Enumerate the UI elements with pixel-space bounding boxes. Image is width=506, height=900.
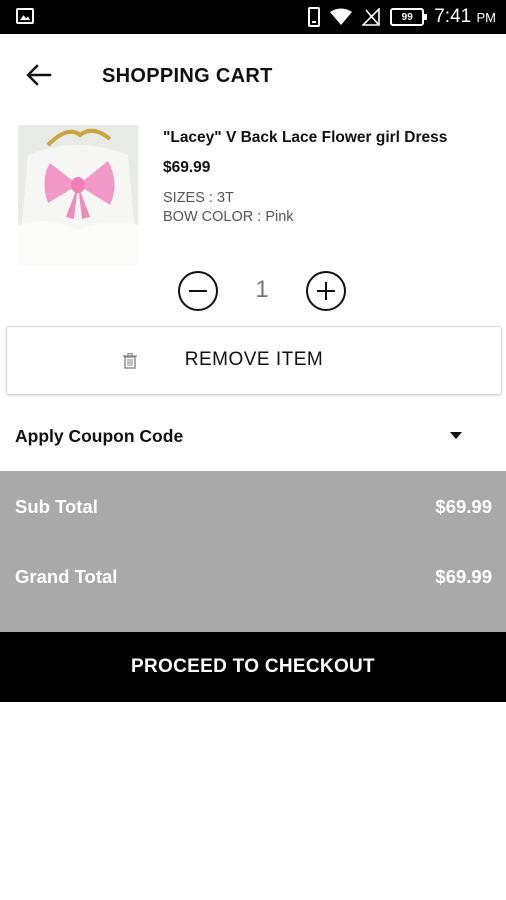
- grand-total-value: $69.99: [435, 566, 492, 587]
- product-size: SIZES : 3T: [163, 190, 234, 206]
- status-right-group: 99 7:41 PM: [308, 0, 496, 34]
- app-header: SHOPPING CART: [0, 34, 506, 118]
- wifi-icon: [330, 8, 353, 25]
- battery-icon: 99: [390, 8, 428, 26]
- product-image[interactable]: [18, 125, 138, 266]
- time-value: 7:41: [434, 6, 472, 27]
- sub-total-label: Sub Total: [15, 496, 98, 517]
- dress-image: [18, 125, 138, 266]
- image-notification-icon: [16, 8, 34, 24]
- arrow-left-icon: [26, 64, 52, 86]
- remove-item-button[interactable]: REMOVE ITEM: [6, 326, 502, 395]
- coupon-dropdown[interactable]: Apply Coupon Code: [0, 406, 506, 466]
- product-price: $69.99: [163, 159, 211, 176]
- status-time: 7:41 PM: [434, 6, 496, 28]
- remove-item-label: REMOVE ITEM: [184, 349, 324, 370]
- proceed-to-checkout-button[interactable]: PROCEED TO CHECKOUT: [0, 632, 506, 702]
- totals-panel: Sub Total $69.99 Grand Total $69.99: [0, 471, 506, 632]
- product-bow-color: BOW COLOR : Pink: [163, 209, 294, 225]
- status-bar: 99 7:41 PM: [0, 0, 506, 34]
- increase-quantity-button[interactable]: [306, 271, 346, 311]
- quantity-value: 1: [255, 276, 269, 303]
- grand-total-label: Grand Total: [15, 566, 118, 587]
- sub-total-value: $69.99: [435, 496, 492, 517]
- signal-icon: [362, 8, 381, 26]
- time-ampm: PM: [476, 10, 497, 25]
- coupon-label: Apply Coupon Code: [15, 426, 184, 446]
- back-button[interactable]: [22, 58, 56, 92]
- phone-icon: [308, 7, 321, 27]
- dropdown-arrow-icon: [450, 432, 462, 439]
- page-title: SHOPPING CART: [102, 65, 273, 87]
- battery-level: 99: [401, 11, 413, 23]
- decrease-quantity-button[interactable]: [178, 271, 218, 311]
- product-name[interactable]: "Lacey" V Back Lace Flower girl Dress: [163, 129, 447, 147]
